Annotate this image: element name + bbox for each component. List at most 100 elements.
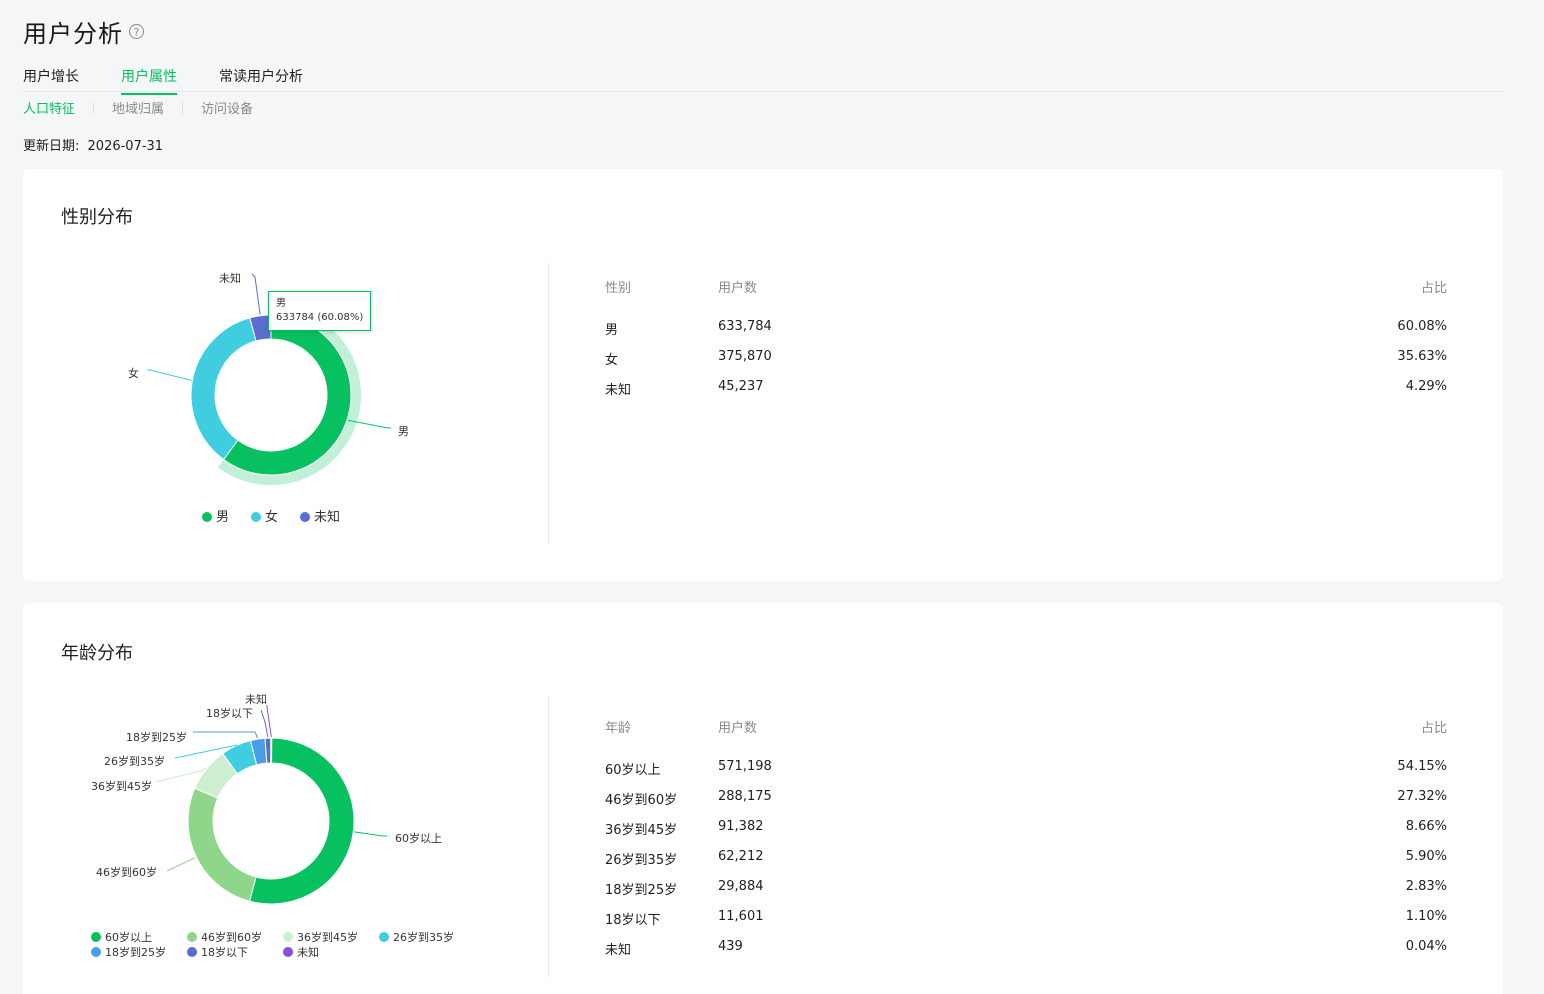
tab-user-growth[interactable]: 用户增长 bbox=[23, 66, 79, 86]
tab-frequent-readers[interactable]: 常读用户分析 bbox=[219, 66, 303, 86]
row-name: 26岁到35岁 bbox=[605, 853, 678, 868]
row-name: 男 bbox=[605, 323, 619, 338]
legend-label[interactable]: 未知 bbox=[297, 945, 319, 959]
row-pct: 5.90% bbox=[1405, 849, 1447, 864]
legend-dot[interactable] bbox=[91, 932, 101, 942]
row-name: 未知 bbox=[605, 943, 632, 958]
tooltip-value: 633784 (60.08%) bbox=[276, 312, 364, 323]
slice-label: 60岁以上 bbox=[395, 831, 442, 845]
row-pct: 8.66% bbox=[1405, 819, 1447, 834]
table-header: 年龄 用户数 占比 bbox=[605, 717, 1447, 747]
sub-tabs: 人口特征 地域归属 访问设备 bbox=[23, 98, 253, 117]
row-count: 91,382 bbox=[718, 819, 764, 834]
table-row: 未知 45,237 4.29% bbox=[605, 379, 1447, 409]
label-leader-line bbox=[266, 705, 272, 738]
table-row: 未知 439 0.04% bbox=[605, 939, 1447, 969]
table-row: 60岁以上 571,198 54.15% bbox=[605, 759, 1447, 789]
divider bbox=[93, 101, 95, 114]
label-leader-line bbox=[154, 767, 206, 783]
row-count: 571,198 bbox=[718, 759, 772, 774]
row-pct: 35.63% bbox=[1397, 349, 1447, 364]
header-gender: 性别 bbox=[605, 281, 632, 296]
header-ratio: 占比 bbox=[1420, 281, 1447, 296]
legend-label[interactable]: 36岁到45岁 bbox=[297, 930, 358, 944]
table-header: 性别 用户数 占比 bbox=[605, 277, 1447, 307]
row-name: 60岁以上 bbox=[605, 763, 661, 778]
row-count: 45,237 bbox=[718, 379, 764, 394]
row-count: 288,175 bbox=[718, 789, 772, 804]
table-row: 18岁到25岁 29,884 2.83% bbox=[605, 879, 1447, 909]
legend-label[interactable]: 女 bbox=[265, 509, 278, 525]
age-table: 年龄 用户数 占比 60岁以上 571,198 54.15% 46岁到60岁 2… bbox=[605, 717, 1447, 969]
label-leader-line bbox=[193, 731, 259, 739]
row-name: 46岁到60岁 bbox=[605, 793, 678, 808]
vertical-divider bbox=[548, 263, 549, 543]
row-pct: 4.29% bbox=[1405, 379, 1447, 394]
legend-label[interactable]: 18岁到25岁 bbox=[105, 945, 166, 959]
row-name: 未知 bbox=[605, 383, 632, 398]
gender-table: 性别 用户数 占比 男 633,784 60.08% 女 375,870 35.… bbox=[605, 277, 1447, 409]
slice-label: 未知 bbox=[219, 271, 241, 285]
header-users: 用户数 bbox=[718, 721, 758, 736]
legend-dot[interactable] bbox=[283, 947, 293, 957]
slice-label: 18岁到25岁 bbox=[126, 730, 187, 744]
slice-label: 36岁到45岁 bbox=[91, 779, 152, 793]
slice-label: 男 bbox=[398, 425, 409, 438]
row-pct: 54.15% bbox=[1397, 759, 1447, 774]
main-tabs: 用户增长 用户属性 常读用户分析 bbox=[23, 62, 1503, 95]
slice-label: 未知 bbox=[245, 692, 267, 706]
legend-dot[interactable] bbox=[187, 947, 197, 957]
chart-tooltip: 男 633784 (60.08%) bbox=[268, 291, 372, 331]
age-card: 年龄分布 60岁以上 46岁到60岁 36岁到45岁 26岁到35岁 18岁到25岁 18… bbox=[23, 603, 1503, 994]
legend-dot[interactable] bbox=[91, 947, 101, 957]
header-users: 用户数 bbox=[718, 281, 758, 296]
update-date-value: 2026-07-31 bbox=[87, 139, 164, 154]
row-count: 439 bbox=[718, 939, 743, 954]
tooltip-name: 男 bbox=[276, 298, 286, 309]
row-count: 62,212 bbox=[718, 849, 764, 864]
donut-slice-6[interactable] bbox=[270, 737, 273, 764]
legend-label[interactable]: 男 bbox=[216, 510, 229, 525]
legend-label[interactable]: 60岁以上 bbox=[105, 930, 152, 944]
label-leader-line bbox=[354, 831, 387, 837]
legend-dot[interactable] bbox=[202, 512, 212, 522]
row-pct: 0.04% bbox=[1405, 939, 1447, 954]
label-leader-line bbox=[147, 369, 192, 381]
legend-dot[interactable] bbox=[251, 512, 261, 522]
legend-label[interactable]: 未知 bbox=[314, 509, 340, 525]
subtab-region[interactable]: 地域归属 bbox=[112, 98, 164, 117]
subtab-demographics[interactable]: 人口特征 bbox=[23, 98, 75, 117]
legend-label[interactable]: 26岁到35岁 bbox=[393, 930, 454, 944]
header-age: 年龄 bbox=[605, 721, 632, 736]
label-leader-line bbox=[260, 709, 269, 738]
help-icon[interactable]: ? bbox=[129, 24, 144, 39]
legend-label[interactable]: 18岁以下 bbox=[201, 945, 248, 959]
donut-slice-1[interactable] bbox=[187, 787, 257, 902]
row-name: 18岁到25岁 bbox=[605, 883, 678, 898]
gender-donut-chart: 男女未知男女未知 bbox=[128, 271, 409, 525]
legend-label[interactable]: 46岁到60岁 bbox=[201, 930, 262, 944]
row-pct: 2.83% bbox=[1405, 879, 1447, 894]
row-count: 11,601 bbox=[718, 909, 764, 924]
legend-dot[interactable] bbox=[283, 932, 293, 942]
legend-dot[interactable] bbox=[379, 932, 389, 942]
slice-label: 18岁以下 bbox=[206, 706, 253, 720]
row-pct: 1.10% bbox=[1405, 909, 1447, 924]
row-name: 18岁以下 bbox=[605, 913, 661, 928]
tab-user-attributes[interactable]: 用户属性 bbox=[121, 66, 177, 95]
page-title-row: 用户分析 ? bbox=[23, 14, 144, 49]
row-count: 633,784 bbox=[718, 319, 772, 334]
subtab-device[interactable]: 访问设备 bbox=[201, 98, 253, 117]
table-row: 18岁以下 11,601 1.10% bbox=[605, 909, 1447, 939]
legend-dot[interactable] bbox=[187, 932, 197, 942]
row-pct: 27.32% bbox=[1397, 789, 1447, 804]
slice-label: 26岁到35岁 bbox=[104, 754, 165, 768]
table-row: 36岁到45岁 91,382 8.66% bbox=[605, 819, 1447, 849]
update-date-label: 更新日期: bbox=[23, 139, 80, 154]
age-donut-chart: 60岁以上46岁到60岁36岁到45岁26岁到35岁18岁到25岁18岁以下未知… bbox=[91, 692, 454, 959]
legend-dot[interactable] bbox=[300, 512, 310, 522]
row-count: 375,870 bbox=[718, 349, 772, 364]
donut-slice-1[interactable] bbox=[190, 317, 257, 461]
table-row: 男 633,784 60.08% bbox=[605, 319, 1447, 349]
page-title: 用户分析 bbox=[23, 20, 123, 48]
